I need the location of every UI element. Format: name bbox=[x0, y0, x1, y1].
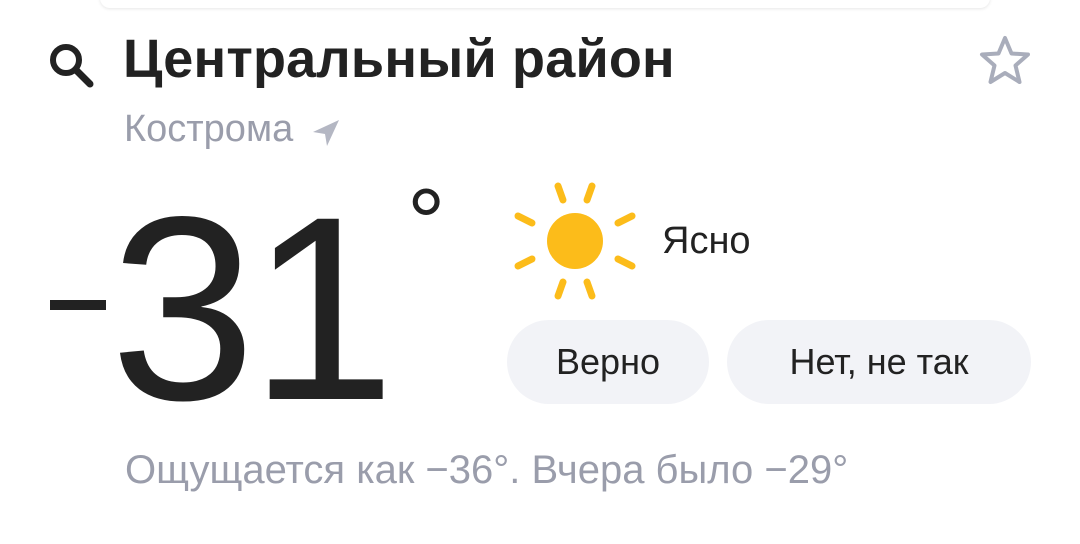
city-name: Кострома bbox=[124, 108, 294, 150]
search-icon[interactable] bbox=[46, 40, 98, 92]
confirm-weather-button[interactable]: Верно bbox=[507, 320, 709, 404]
star-icon[interactable] bbox=[975, 32, 1035, 92]
city-row: Кострома bbox=[124, 108, 343, 151]
weather-screen: Центральный район Кострома 31 ° Ясно Вер… bbox=[0, 0, 1080, 544]
navigation-arrow-icon bbox=[313, 119, 340, 146]
feels-like-text: Ощущается как −36°. Вчера было −29° bbox=[125, 448, 849, 492]
reject-weather-button[interactable]: Нет, не так bbox=[727, 320, 1031, 404]
location-title[interactable]: Центральный район bbox=[123, 28, 675, 90]
condition-text: Ясно bbox=[662, 220, 751, 262]
temperature-degree: ° bbox=[407, 169, 446, 276]
sun-icon bbox=[514, 182, 636, 300]
temperature-value: 31 bbox=[110, 162, 395, 455]
temperature-minus-sign bbox=[50, 300, 106, 310]
top-panel-edge bbox=[100, 0, 990, 8]
